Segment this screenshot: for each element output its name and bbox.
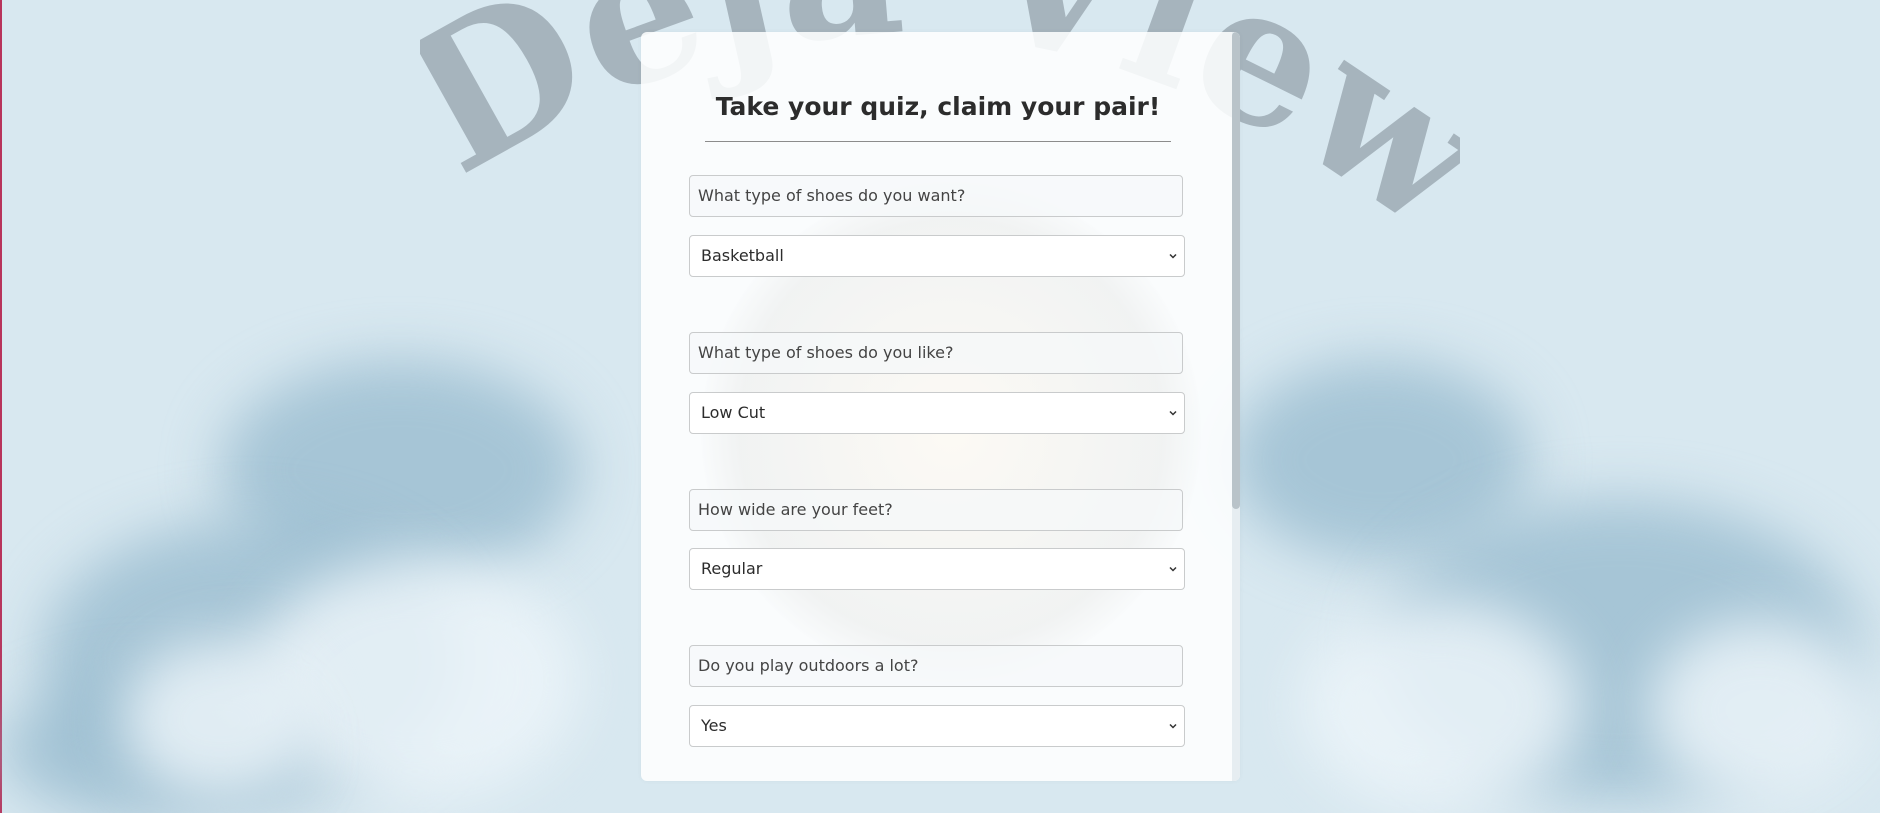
shoe-style-select[interactable]: Low Cut [689,392,1185,434]
quiz-card: Take your quiz, claim your pair! What ty… [641,32,1240,781]
chevron-down-icon [1169,566,1177,572]
scrollbar-thumb[interactable] [1232,32,1240,509]
foot-width-select-value: Regular [701,559,763,578]
question-label-shoe-type: What type of shoes do you want? [689,175,1183,217]
title-divider [705,141,1171,142]
chevron-down-icon [1169,410,1177,416]
shoe-style-select-value: Low Cut [701,403,766,422]
outdoors-select-value: Yes [701,716,727,735]
card-scrollbar[interactable] [1232,32,1240,781]
page: Deja-View Take your quiz, claim your pai… [0,0,1880,813]
chevron-down-icon [1169,253,1177,259]
window-edge [0,0,2,813]
quiz-title: Take your quiz, claim your pair! [715,92,1161,121]
shoe-type-select[interactable]: Basketball [689,235,1185,277]
outdoors-select[interactable]: Yes [689,705,1185,747]
question-label-shoe-style: What type of shoes do you like? [689,332,1183,374]
chevron-down-icon [1169,723,1177,729]
question-label-outdoors: Do you play outdoors a lot? [689,645,1183,687]
foot-width-select[interactable]: Regular [689,548,1185,590]
shoe-type-select-value: Basketball [701,246,784,265]
question-label-foot-width: How wide are your feet? [689,489,1183,531]
